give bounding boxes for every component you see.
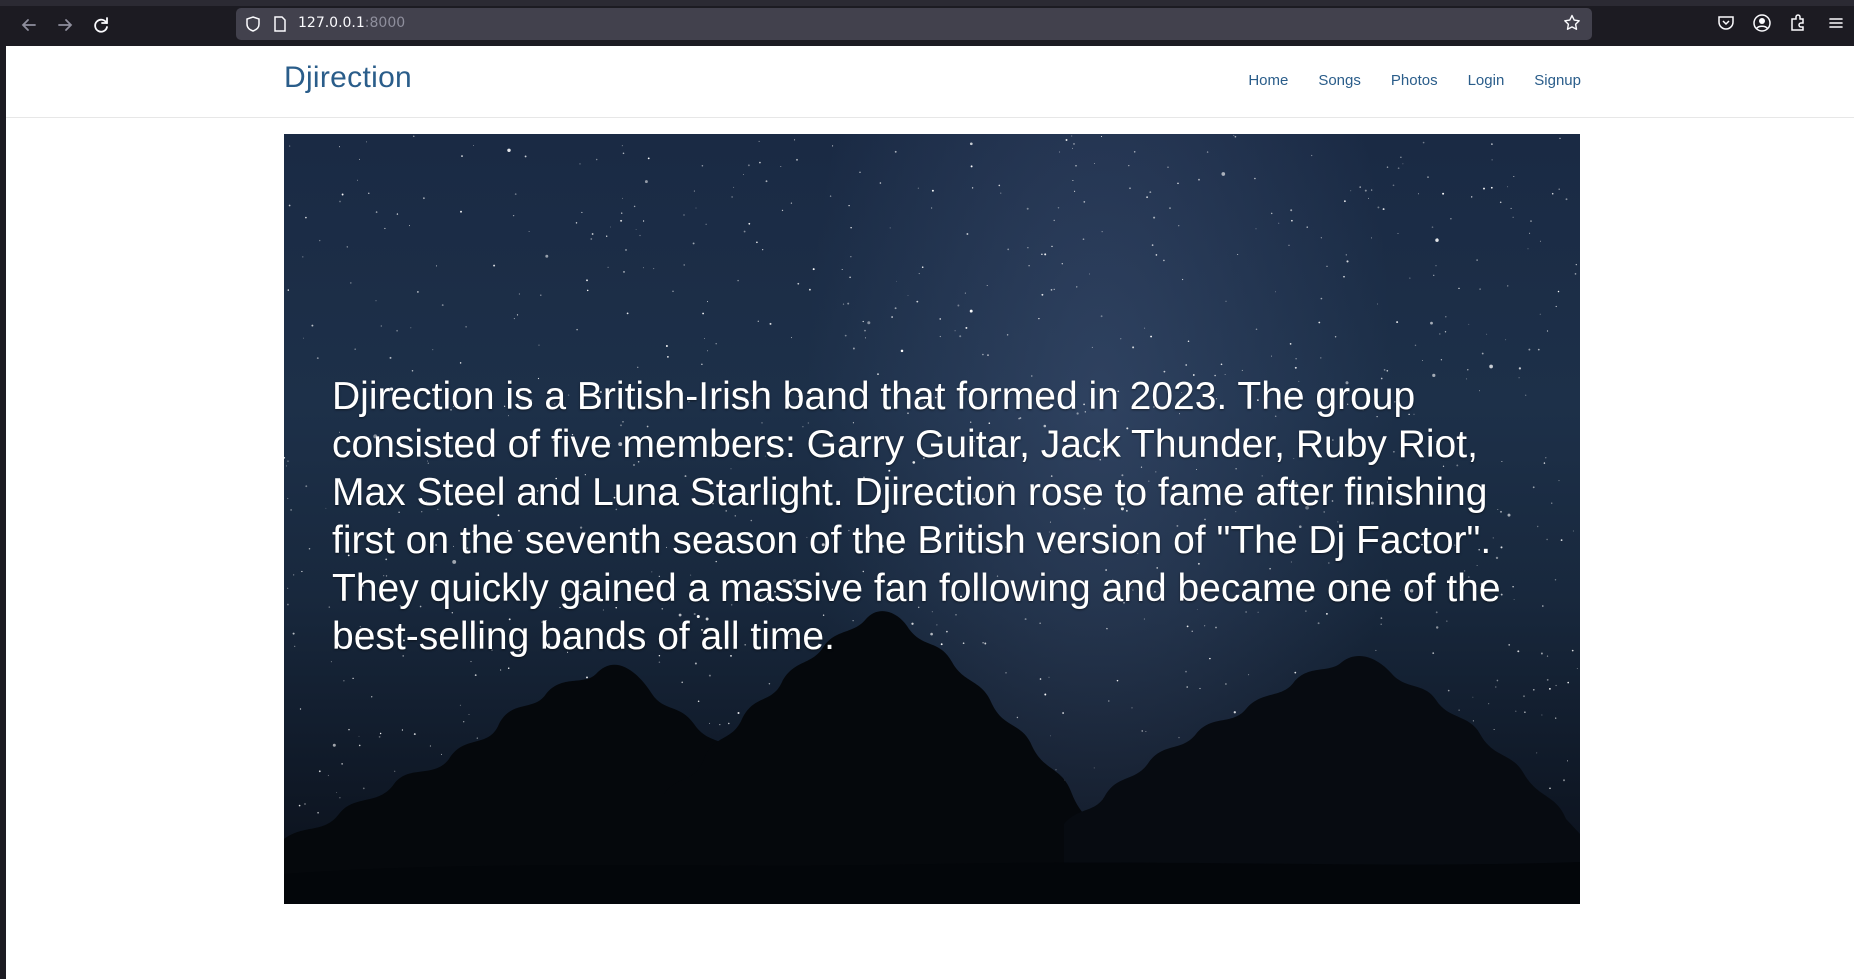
nav-login[interactable]: Login: [1468, 72, 1505, 89]
shield-icon[interactable]: [244, 15, 262, 33]
browser-toolbar: 127.0.0.1:8000: [0, 0, 1854, 46]
extensions-icon[interactable]: [1788, 13, 1808, 33]
account-icon[interactable]: [1752, 13, 1772, 33]
url-port: :8000: [364, 15, 406, 31]
url-bar[interactable]: 127.0.0.1:8000: [236, 8, 1592, 40]
main-nav: Home Songs Photos Login Signup: [1248, 72, 1581, 89]
nav-signup[interactable]: Signup: [1534, 72, 1581, 89]
forward-icon[interactable]: [52, 12, 78, 38]
url-text[interactable]: 127.0.0.1:8000: [298, 15, 405, 31]
nav-songs[interactable]: Songs: [1318, 72, 1361, 89]
nav-home[interactable]: Home: [1248, 72, 1288, 89]
site-header: Djirection Home Songs Photos Login Signu…: [6, 46, 1854, 118]
hero-description: Djirection is a British-Irish band that …: [332, 375, 1501, 658]
back-icon[interactable]: [16, 12, 42, 38]
tab-strip: [0, 0, 1854, 6]
page-content: Djirection Home Songs Photos Login Signu…: [6, 46, 1854, 979]
menu-icon[interactable]: [1826, 13, 1846, 33]
nav-photos[interactable]: Photos: [1391, 72, 1438, 89]
pocket-icon[interactable]: [1716, 13, 1736, 33]
brand-logo[interactable]: Djirection: [284, 61, 412, 95]
page-icon[interactable]: [272, 15, 288, 33]
hero-banner: Djirection is a British-Irish band that …: [284, 134, 1580, 904]
bookmark-star-icon[interactable]: [1562, 13, 1582, 39]
reload-icon[interactable]: [88, 12, 114, 38]
url-host: 127.0.0.1: [298, 15, 365, 31]
